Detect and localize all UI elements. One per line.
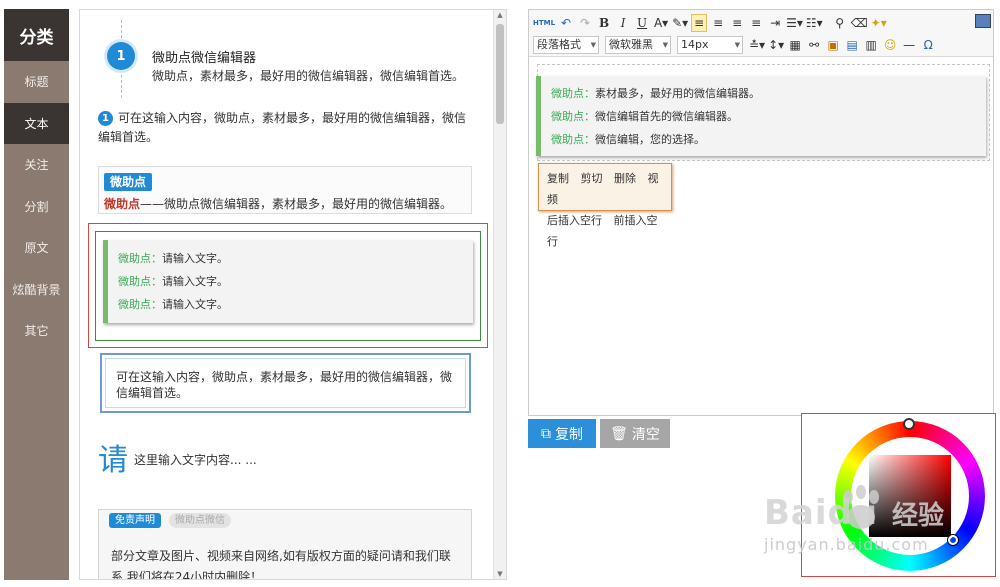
card-line: 微助点：素材最多，最好用的微信编辑器。: [551, 87, 760, 100]
eraser-icon[interactable]: ⌫: [851, 14, 868, 32]
sidebar-item-title[interactable]: 标题: [4, 61, 69, 103]
brand-tag: 微助点微信: [169, 513, 231, 528]
scroll-down-icon[interactable]: ▼: [494, 570, 506, 578]
number-badge: 1: [98, 111, 113, 126]
big-char: 请: [98, 443, 128, 478]
material-disclaimer-block[interactable]: 免责声明 微助点微信 部分文章及图片、视频来自网络,如有版权方面的疑问请和我们联…: [98, 509, 472, 580]
menu-insert-after[interactable]: 后插入空行: [547, 214, 602, 227]
bold-button[interactable]: B: [596, 14, 612, 32]
material-badge-block[interactable]: 微助点 微助点——微助点微信编辑器，素材最多，最好用的微信编辑器。: [98, 166, 472, 214]
redo-icon[interactable]: ↷: [577, 14, 593, 32]
disclaimer-text: 部分文章及图片、视频来自网络,如有版权方面的疑问请和我们联系,我们将在24小时内…: [111, 549, 451, 580]
sidebar-item-other[interactable]: 其它: [4, 310, 69, 352]
horizontal-rule-icon[interactable]: —: [901, 36, 917, 54]
hue-wheel[interactable]: [835, 418, 985, 571]
menu-cut[interactable]: 剪切: [581, 172, 603, 185]
scroll-up-icon[interactable]: ▲: [494, 11, 506, 19]
video-icon[interactable]: ▤: [844, 36, 860, 54]
edit-area[interactable]: 微助点：素材最多，最好用的微信编辑器。 微助点：微信编辑首先的微信编辑器。 微助…: [529, 58, 993, 415]
block-title: 微助点微信编辑器: [152, 51, 257, 66]
font-size-select[interactable]: 14px ▼: [677, 36, 743, 54]
sidebar-item-cool-bg[interactable]: 炫酷背景: [4, 269, 69, 311]
red-keyword: 微助点: [104, 197, 141, 211]
sidebar-item-original[interactable]: 原文: [4, 227, 69, 269]
sidebar-item-text[interactable]: 文本: [4, 102, 69, 144]
indent-icon[interactable]: ⇥: [767, 14, 783, 32]
italic-button[interactable]: I: [615, 14, 631, 32]
align-right-icon[interactable]: ≡: [729, 14, 745, 32]
inserted-green-card[interactable]: 微助点：素材最多，最好用的微信编辑器。 微助点：微信编辑首先的微信编辑器。 微助…: [536, 76, 986, 156]
rich-text-editor: HTML ↶ ↷ B I U A▾ ✎▾ ≡ ≡ ≡ ≡ ⇥ ☰▾ ☷▾ ⚲ ⌫…: [528, 9, 994, 416]
underline-button[interactable]: U: [634, 14, 650, 32]
image-icon[interactable]: ▣: [825, 36, 841, 54]
menu-delete[interactable]: 删除: [614, 172, 636, 185]
highlight-button[interactable]: ✎▾: [672, 14, 688, 32]
card-line: 微助点：微信编辑，您的选择。: [551, 133, 705, 146]
block-text: ——微助点微信编辑器，素材最多，最好用的微信编辑器。: [140, 197, 453, 211]
clear-button[interactable]: 🗑 清空: [600, 419, 670, 448]
sidebar-item-follow[interactable]: 关注: [4, 144, 69, 186]
materials-panel: 1 微助点微信编辑器 微助点，素材最多，最好用的微信编辑器，微信编辑首选。 1可…: [79, 9, 507, 580]
card-line: 微助点：请输入文字。: [118, 298, 228, 311]
copy-icon: ⧉: [541, 425, 551, 442]
disclaimer-tag: 免责声明: [109, 513, 161, 528]
editor-toolbar: HTML ↶ ↷ B I U A▾ ✎▾ ≡ ≡ ≡ ≡ ⇥ ☰▾ ☷▾ ⚲ ⌫…: [529, 10, 993, 57]
block-text: 这里输入文字内容... ...: [134, 453, 257, 467]
color-picker: [801, 413, 996, 577]
card-line: 微助点：请输入文字。: [118, 275, 228, 288]
font-family-select[interactable]: 微软雅黑 ▼: [605, 36, 671, 54]
vertical-scrollbar[interactable]: ▲ ▼: [493, 10, 506, 579]
hue-handle[interactable]: [903, 418, 915, 430]
undo-icon[interactable]: ↶: [558, 14, 574, 32]
block-text: 可在这输入内容，微助点，素材最多，最好用的微信编辑器，微信编辑首选。: [98, 111, 467, 144]
bullet-list-icon[interactable]: ☰▾: [786, 14, 803, 32]
align-left-icon[interactable]: ≡: [691, 14, 708, 32]
line-spacing-icon[interactable]: ≛▾: [749, 36, 765, 54]
paragraph-format-select[interactable]: 段落格式 ▼: [533, 36, 599, 54]
material-numbered-text[interactable]: 1 可在这输入内容，微助点，素材最多，最好用的微信编辑器，微信编辑首选。: [98, 109, 476, 147]
card-line: 微助点：请输入文字。: [118, 252, 228, 265]
align-justify-icon[interactable]: ≡: [748, 14, 764, 32]
copy-button[interactable]: ⧉ 复制: [528, 419, 596, 448]
special-char-icon[interactable]: Ω: [920, 36, 936, 54]
category-sidebar: 分类 标题 文本 关注 分割 原文 炫酷背景 其它: [4, 9, 69, 580]
card-line: 微助点：微信编辑首先的微信编辑器。: [551, 110, 738, 123]
row-spacing-icon[interactable]: ↕▾: [768, 36, 784, 54]
context-menu: 复制 剪切 删除 视频 后插入空行 前插入空行: [538, 163, 672, 248]
block-text: 可在这输入内容，微助点，素材最多，最好用的微信编辑器，微信编辑首选。: [105, 358, 466, 408]
link-icon[interactable]: ⚯: [806, 36, 822, 54]
number-badge: 1: [107, 42, 135, 70]
find-icon[interactable]: ⚲: [832, 14, 848, 32]
table-icon[interactable]: ▦: [787, 36, 803, 54]
magic-wand-icon[interactable]: ✦▾: [871, 14, 887, 32]
block-subtitle: 微助点，素材最多，最好用的微信编辑器，微信编辑首选。: [152, 69, 465, 83]
html-source-button[interactable]: HTML: [533, 14, 555, 32]
badge-label: 微助点: [104, 173, 153, 191]
material-big-char-block[interactable]: 请 这里输入文字内容... ...: [98, 442, 398, 482]
material-green-card-selected[interactable]: 微助点：请输入文字。 微助点：请输入文字。 微助点：请输入文字。: [88, 223, 488, 348]
material-bordered-text[interactable]: 可在这输入内容，微助点，素材最多，最好用的微信编辑器，微信编辑首选。: [100, 353, 471, 413]
sidebar-item-divider[interactable]: 分割: [4, 186, 69, 228]
saturation-value-square[interactable]: [869, 455, 951, 537]
material-title-block[interactable]: 1 微助点微信编辑器 微助点，素材最多，最好用的微信编辑器，微信编辑首选。: [100, 20, 490, 98]
align-center-icon[interactable]: ≡: [710, 14, 726, 32]
green-card: 微助点：请输入文字。 微助点：请输入文字。 微助点：请输入文字。: [103, 240, 473, 323]
scroll-thumb[interactable]: [496, 24, 504, 124]
sidebar-title: 分类: [4, 9, 69, 61]
trash-icon: 🗑: [610, 425, 628, 442]
numbered-list-icon[interactable]: ☷▾: [806, 14, 823, 32]
menu-copy[interactable]: 复制: [547, 172, 569, 185]
map-icon[interactable]: ▥: [863, 36, 879, 54]
fullscreen-icon[interactable]: [975, 14, 991, 28]
font-color-button[interactable]: A▾: [653, 14, 669, 32]
emoji-icon[interactable]: ☺: [882, 36, 898, 54]
color-handle[interactable]: [948, 535, 958, 545]
